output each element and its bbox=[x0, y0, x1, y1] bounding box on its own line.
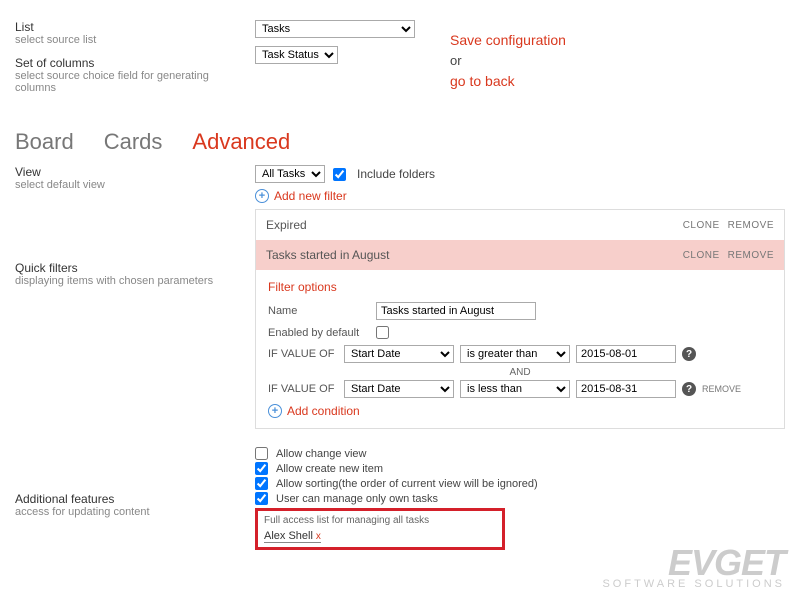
remove-button[interactable]: REMOVE bbox=[728, 220, 774, 231]
filter-options-panel: Filter options Name Enabled by default I… bbox=[256, 270, 784, 428]
quickfilters-sublabel: displaying items with chosen parameters bbox=[15, 275, 235, 287]
filter-options-title: Filter options bbox=[268, 280, 772, 294]
include-folders-label: Include folders bbox=[357, 167, 435, 181]
go-back-link[interactable]: go to back bbox=[450, 71, 566, 92]
remove-condition-button[interactable]: REMOVE bbox=[702, 384, 741, 394]
and-label: AND bbox=[268, 367, 772, 378]
name-label: Name bbox=[268, 305, 368, 317]
remove-user-icon[interactable]: x bbox=[316, 531, 321, 542]
field-select[interactable]: Start Date bbox=[344, 345, 454, 363]
view-label: View bbox=[15, 165, 235, 179]
user-tag[interactable]: Alex Shellx bbox=[264, 530, 321, 543]
filter-name-input[interactable] bbox=[376, 302, 536, 320]
plus-icon: + bbox=[255, 189, 269, 203]
tab-board[interactable]: Board bbox=[15, 129, 74, 155]
list-sublabel: select source list bbox=[15, 34, 235, 46]
view-sublabel: select default view bbox=[15, 179, 235, 191]
filter-row-expired[interactable]: Expired CLONE REMOVE bbox=[256, 210, 784, 240]
quickfilters-label: Quick filters bbox=[15, 261, 235, 275]
add-filter-button[interactable]: + Add new filter bbox=[255, 189, 785, 203]
clone-button[interactable]: CLONE bbox=[683, 220, 720, 231]
remove-button[interactable]: REMOVE bbox=[728, 250, 774, 261]
plus-icon: + bbox=[268, 404, 282, 418]
enabled-label: Enabled by default bbox=[268, 327, 368, 339]
manage-own-label: User can manage only own tasks bbox=[276, 493, 438, 505]
allow-create-label: Allow create new item bbox=[276, 463, 383, 475]
full-access-highlight: Full access list for managing all tasks … bbox=[255, 508, 505, 550]
include-folders-checkbox[interactable] bbox=[333, 168, 346, 181]
value-input[interactable] bbox=[576, 380, 676, 398]
help-icon[interactable]: ? bbox=[682, 347, 696, 361]
or-text: or bbox=[450, 51, 566, 71]
condition-row-1: IF VALUE OF Start Date is greater than ? bbox=[268, 345, 772, 363]
features-label: Additional features bbox=[15, 492, 235, 506]
allow-create-checkbox[interactable] bbox=[255, 462, 268, 475]
columns-label: Set of columns bbox=[15, 56, 235, 70]
field-select[interactable]: Start Date bbox=[344, 380, 454, 398]
value-input[interactable] bbox=[576, 345, 676, 363]
help-icon[interactable]: ? bbox=[682, 382, 696, 396]
filter-row-august[interactable]: Tasks started in August CLONE REMOVE bbox=[256, 240, 784, 270]
save-config-link[interactable]: Save configuration bbox=[450, 30, 566, 51]
tab-cards[interactable]: Cards bbox=[104, 129, 163, 155]
condition-row-2: IF VALUE OF Start Date is less than ? RE… bbox=[268, 380, 772, 398]
allow-change-label: Allow change view bbox=[276, 448, 367, 460]
list-select[interactable]: Tasks bbox=[255, 20, 415, 38]
manage-own-checkbox[interactable] bbox=[255, 492, 268, 505]
features-sublabel: access for updating content bbox=[15, 506, 235, 518]
operator-select[interactable]: is less than bbox=[460, 380, 570, 398]
view-select[interactable]: All Tasks bbox=[255, 165, 325, 183]
columns-select[interactable]: Task Status bbox=[255, 46, 338, 64]
allow-change-checkbox[interactable] bbox=[255, 447, 268, 460]
list-label: List bbox=[15, 20, 235, 34]
allow-sort-label: Allow sorting(the order of current view … bbox=[276, 478, 538, 490]
allow-sort-checkbox[interactable] bbox=[255, 477, 268, 490]
columns-sublabel: select source choice field for generatin… bbox=[15, 70, 235, 94]
filters-panel: Expired CLONE REMOVE Tasks started in Au… bbox=[255, 209, 785, 429]
enabled-checkbox[interactable] bbox=[376, 326, 389, 339]
tab-advanced[interactable]: Advanced bbox=[192, 129, 290, 155]
operator-select[interactable]: is greater than bbox=[460, 345, 570, 363]
add-condition-button[interactable]: + Add condition bbox=[268, 404, 772, 418]
clone-button[interactable]: CLONE bbox=[683, 250, 720, 261]
full-access-label: Full access list for managing all tasks bbox=[264, 515, 496, 526]
